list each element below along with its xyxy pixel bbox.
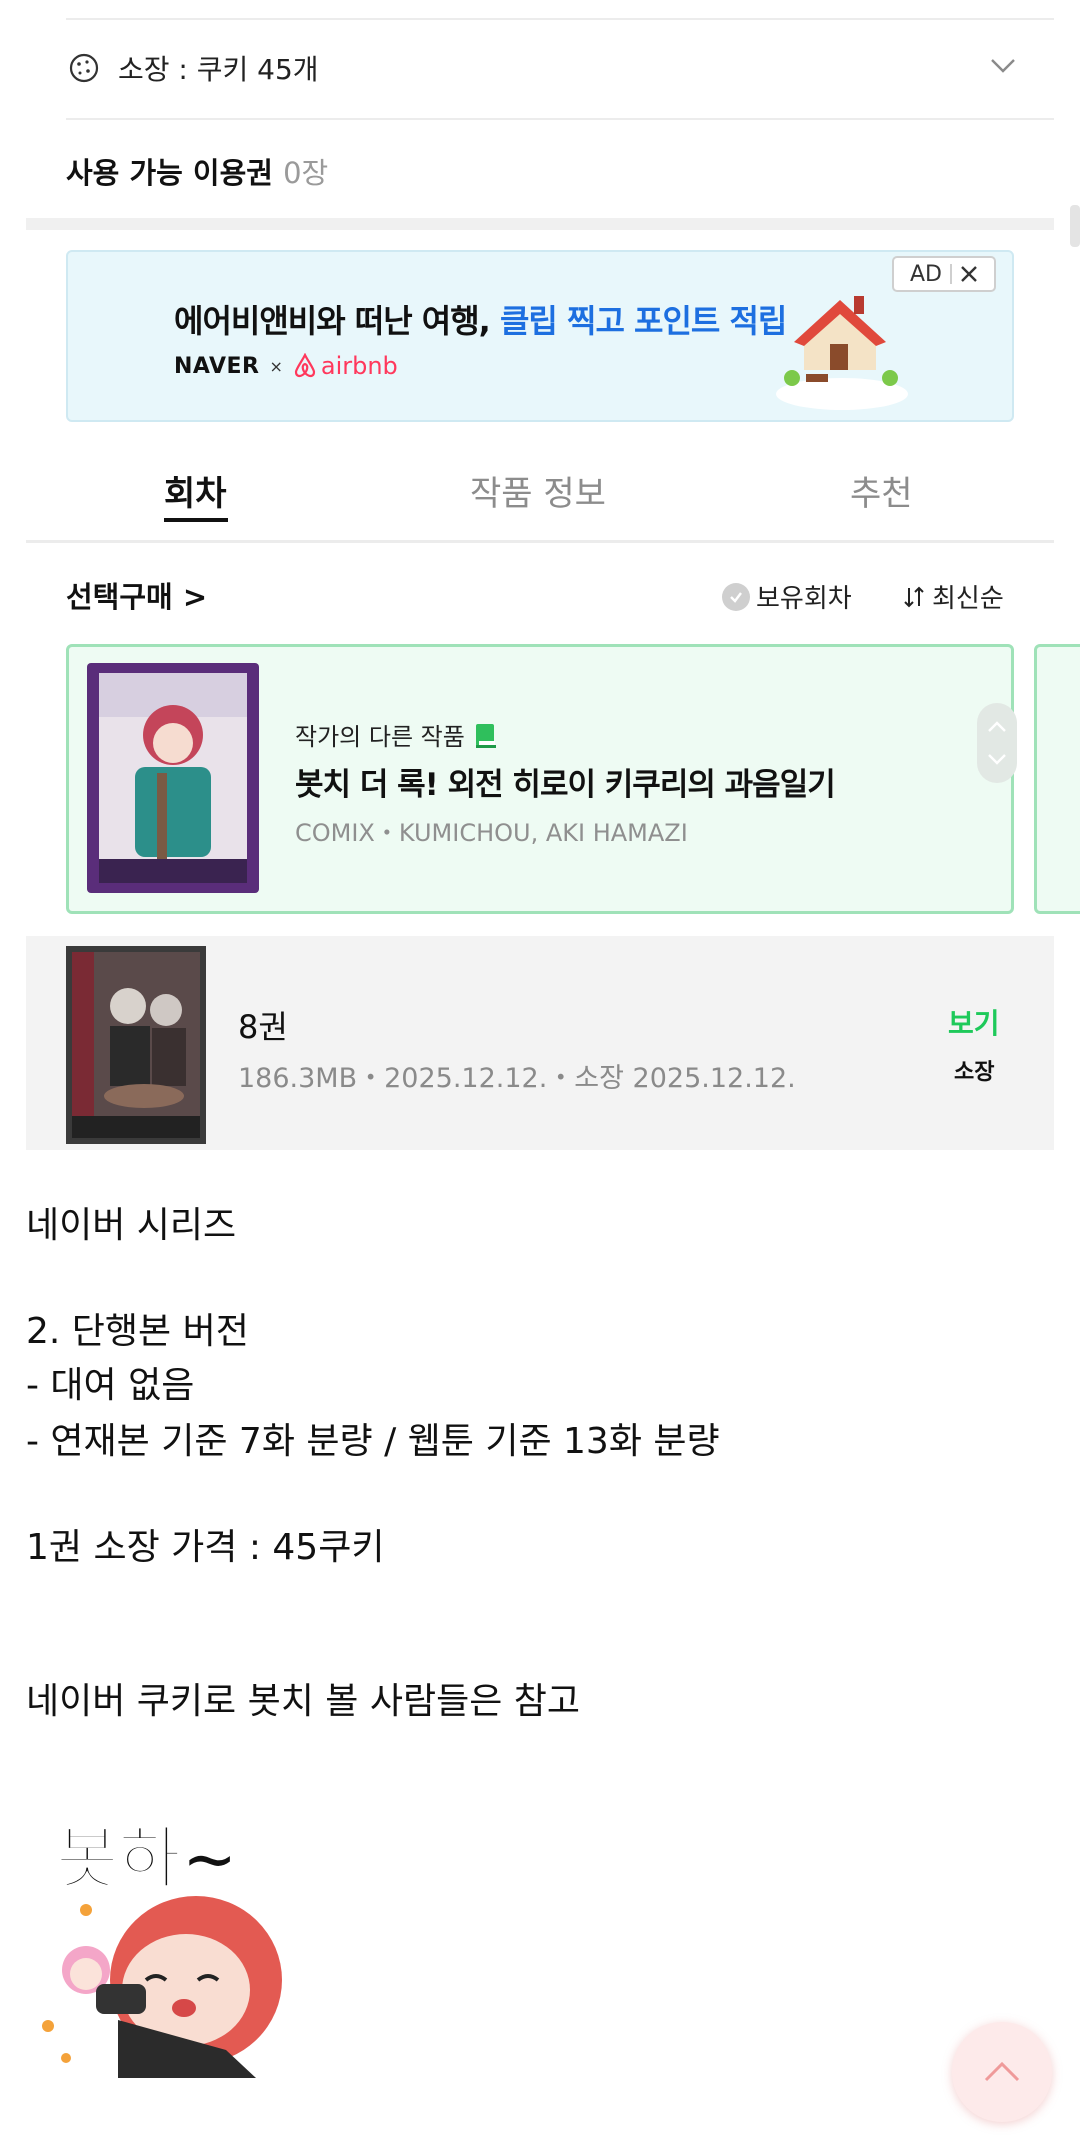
ad-banner[interactable]: 에어비앤비와 떠난 여행, 클립 찍고 포인트 적립 NAVER × airbn… — [66, 250, 1014, 422]
check-icon — [722, 582, 750, 611]
book-icon — [475, 723, 496, 748]
owned-cookies-row[interactable]: 소장 : 쿠키 45개 — [26, 20, 1054, 118]
promo-cover-image — [87, 663, 259, 893]
ticket-row: 사용 가능 이용권 0장 — [26, 120, 1054, 218]
tab-work-info[interactable]: 작품 정보 — [470, 466, 606, 515]
owned-episodes-filter[interactable]: 보유회차 — [722, 578, 852, 615]
chevron-up-icon — [984, 2061, 1020, 2082]
ticket-count: 0장 — [283, 156, 329, 190]
promo-subtitle: 작가의 다른 작품 — [295, 717, 499, 752]
ad-collab-x: × — [269, 356, 283, 376]
tab-episodes[interactable]: 회차 — [164, 466, 227, 515]
svg-text:봇하~: 봇하~ — [56, 1820, 238, 1899]
volume-meta: 186.3MB・2025.12.12.・소장 2025.12.12. — [238, 1063, 796, 1094]
tab-bar: 회차 작품 정보 추천 — [26, 452, 1054, 542]
post-line-volume-size: - 연재본 기준 7화 분량 / 웹툰 기준 13화 분량 — [26, 1421, 720, 1462]
house-illustration — [776, 296, 908, 410]
post-line-price: 1권 소장 가격 : 45쿠키 — [26, 1527, 385, 1568]
post-line-no-rental: - 대여 없음 — [26, 1365, 195, 1406]
post-line-series: 네이버 시리즈 — [26, 1205, 237, 1246]
airbnb-icon — [294, 353, 315, 378]
owned-filter-label: 보유회차 — [756, 584, 852, 614]
naver-logo: NAVER — [174, 353, 260, 379]
close-icon[interactable] — [960, 265, 978, 283]
ticket-label: 사용 가능 이용권 0장 — [66, 156, 329, 190]
ad-badge[interactable]: AD — [892, 256, 996, 292]
sort-icon — [904, 586, 924, 607]
chevron-down-icon[interactable] — [988, 50, 1018, 80]
scroll-to-top-button[interactable] — [952, 2022, 1052, 2122]
carousel-scroll-handle[interactable] — [977, 703, 1017, 783]
scrollbar-thumb[interactable] — [1070, 205, 1080, 247]
select-purchase-button[interactable]: 선택구매 > — [66, 574, 207, 616]
next-card-peek[interactable] — [1034, 644, 1080, 914]
ad-label: AD — [910, 261, 942, 287]
active-tab-indicator — [164, 518, 228, 522]
owned-tag: 소장 — [954, 1060, 995, 1085]
post-line-version: 2. 단행본 버전 — [26, 1311, 249, 1352]
post-line-note: 네이버 쿠키로 봇치 볼 사람들은 참고 — [26, 1681, 581, 1722]
cookie-icon — [69, 53, 99, 83]
ad-badge-separator — [950, 264, 952, 284]
volume-title: 8권 — [238, 1008, 288, 1046]
promo-title: 봇치 더 록! 외전 히로이 키쿠리의 과음일기 — [295, 767, 836, 803]
ad-brand-row: NAVER × airbnb — [174, 352, 398, 380]
view-button[interactable]: 보기 — [948, 1002, 1000, 1042]
tab-recommend[interactable]: 추천 — [850, 466, 913, 515]
bocchi-sticker: 봇하~ — [26, 1810, 291, 2078]
purchase-toolbar: 선택구매 > 보유회차 최신순 — [26, 560, 1054, 630]
tab-divider — [26, 540, 1054, 543]
other-work-card[interactable]: 작가의 다른 작품 봇치 더 록! 외전 히로이 키쿠리의 과음일기 COMIX… — [66, 644, 1017, 914]
airbnb-logo: airbnb — [293, 352, 398, 380]
volume-list-item[interactable]: 8권 186.3MB・2025.12.12.・소장 2025.12.12. 보기… — [26, 936, 1054, 1150]
sort-button[interactable]: 최신순 — [902, 578, 1004, 615]
section-separator — [26, 218, 1054, 230]
volume-cover-image — [66, 946, 206, 1144]
owned-cookies-text: 소장 : 쿠키 45개 — [118, 53, 319, 86]
sort-label: 최신순 — [932, 584, 1004, 614]
promo-meta: COMIX・KUMICHOU, AKI HAMAZI — [295, 819, 688, 847]
ad-headline: 에어비앤비와 떠난 여행, 클립 찍고 포인트 적립 — [174, 302, 787, 340]
